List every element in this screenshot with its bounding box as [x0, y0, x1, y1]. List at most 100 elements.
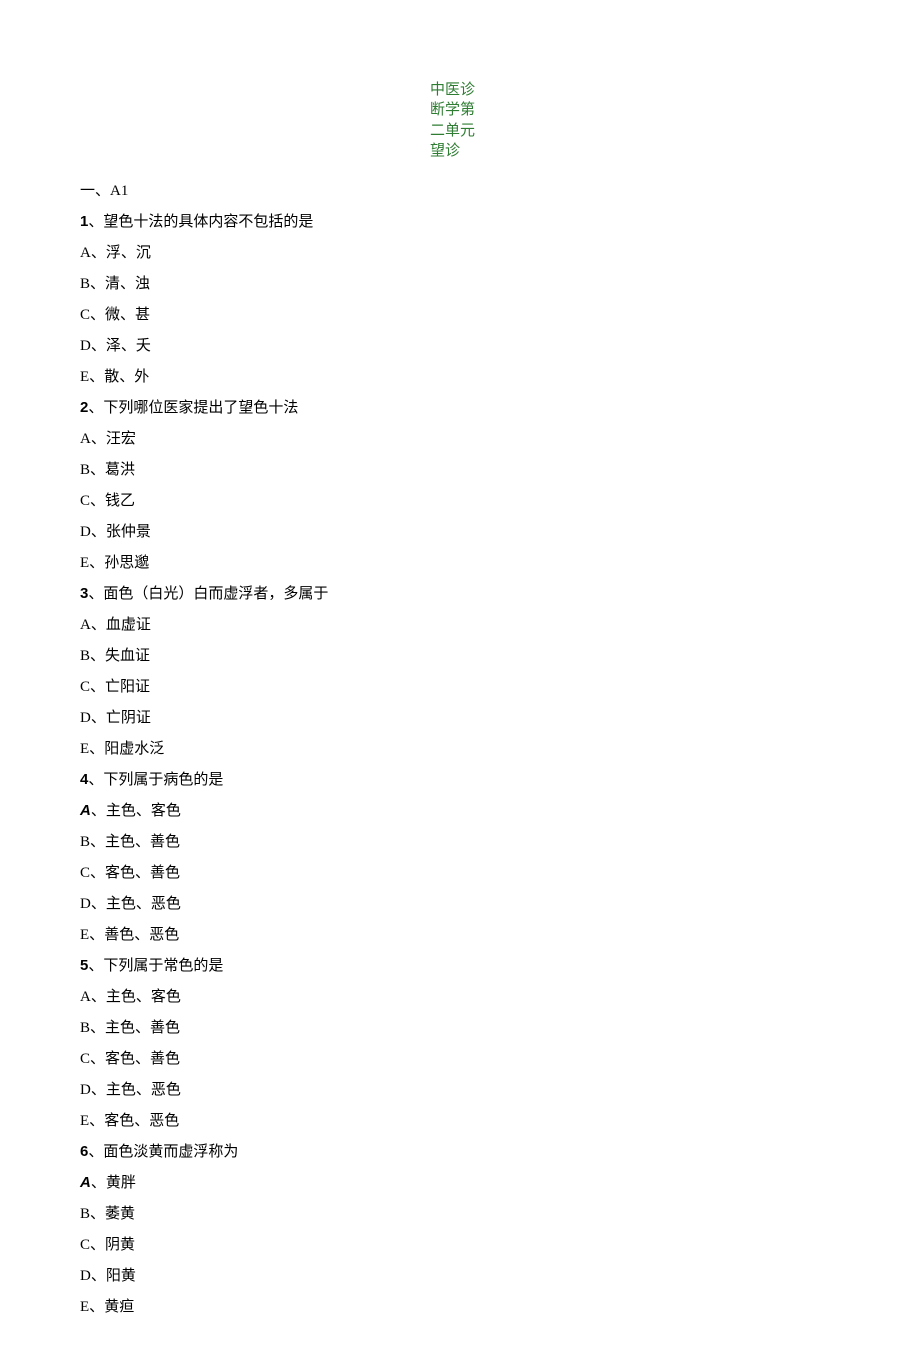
separator: 、: [89, 927, 104, 943]
questions-container: 1、望色十法的具体内容不包括的是A、浮、沉B、清、浊C、微、甚D、泽、夭E、散、…: [80, 210, 840, 1316]
question-stem: 3、面色（白光）白而虚浮者，多属于: [80, 582, 840, 603]
option-text: 黄胖: [106, 1175, 136, 1191]
option: E、散、外: [80, 365, 840, 386]
option-letter: B: [80, 648, 90, 664]
option-letter: C: [80, 1237, 90, 1253]
option-text: 微、甚: [105, 307, 150, 323]
option: B、主色、善色: [80, 1016, 840, 1037]
question-block: 2、下列哪位医家提出了望色十法A、汪宏B、葛洪C、钱乙D、张仲景E、孙思邈: [80, 396, 840, 572]
option-text: 客色、恶色: [104, 1113, 179, 1129]
separator: 、: [88, 1144, 103, 1160]
option-text: 血虚证: [106, 617, 151, 633]
option-text: 客色、善色: [105, 1051, 180, 1067]
option-letter: C: [80, 679, 90, 695]
option-letter: C: [80, 307, 90, 323]
option-text: 葛洪: [105, 462, 135, 478]
separator: 、: [90, 865, 105, 881]
option: C、钱乙: [80, 489, 840, 510]
option: E、阳虚水泛: [80, 737, 840, 758]
option: D、张仲景: [80, 520, 840, 541]
option-letter: B: [80, 1206, 90, 1222]
separator: 、: [90, 1020, 105, 1036]
separator: 、: [90, 679, 105, 695]
option-text: 主色、客色: [106, 989, 181, 1005]
separator: 、: [88, 400, 103, 416]
option: C、阴黄: [80, 1233, 840, 1254]
option-letter: D: [80, 524, 91, 540]
separator: 、: [88, 586, 103, 602]
option-letter: C: [80, 865, 90, 881]
option-letter: D: [80, 710, 91, 726]
option: A、主色、客色: [80, 799, 840, 820]
option-letter: A: [80, 617, 91, 633]
separator: 、: [91, 245, 106, 261]
option-text: 浮、沉: [106, 245, 151, 261]
question-text: 面色淡黄而虚浮称为: [103, 1144, 238, 1160]
option: D、主色、恶色: [80, 1078, 840, 1099]
separator: 、: [89, 555, 104, 571]
option: A、汪宏: [80, 427, 840, 448]
question-text: 下列哪位医家提出了望色十法: [103, 400, 298, 416]
separator: 、: [90, 276, 105, 292]
option: B、葛洪: [80, 458, 840, 479]
document-title: 中医诊 断学第 二单元 望诊: [430, 80, 490, 161]
option-text: 主色、客色: [106, 803, 181, 819]
separator: 、: [90, 834, 105, 850]
option-text: 汪宏: [106, 431, 136, 447]
option: E、善色、恶色: [80, 923, 840, 944]
option-letter: A: [80, 1174, 91, 1191]
question-block: 1、望色十法的具体内容不包括的是A、浮、沉B、清、浊C、微、甚D、泽、夭E、散、…: [80, 210, 840, 386]
separator: 、: [90, 307, 105, 323]
question-block: 6、面色淡黄而虚浮称为A、黄胖B、萎黄C、阴黄D、阳黄E、黄疸: [80, 1140, 840, 1316]
option-letter: E: [80, 741, 89, 757]
option-letter: E: [80, 1299, 89, 1315]
separator: 、: [91, 803, 106, 819]
option-text: 善色、恶色: [104, 927, 179, 943]
option-letter: E: [80, 1113, 89, 1129]
question-stem: 2、下列哪位医家提出了望色十法: [80, 396, 840, 417]
option-letter: B: [80, 462, 90, 478]
option: A、血虚证: [80, 613, 840, 634]
separator: 、: [89, 369, 104, 385]
option-text: 客色、善色: [105, 865, 180, 881]
separator: 、: [90, 1237, 105, 1253]
option-text: 主色、恶色: [106, 896, 181, 912]
option-text: 张仲景: [106, 524, 151, 540]
option: E、孙思邈: [80, 551, 840, 572]
option: C、微、甚: [80, 303, 840, 324]
separator: 、: [91, 1175, 106, 1191]
option-text: 萎黄: [105, 1206, 135, 1222]
option: A、黄胖: [80, 1171, 840, 1192]
option: A、浮、沉: [80, 241, 840, 262]
option-letter: D: [80, 896, 91, 912]
option-letter: C: [80, 493, 90, 509]
option: B、主色、善色: [80, 830, 840, 851]
option-letter: B: [80, 276, 90, 292]
title-line: 望诊: [430, 141, 490, 161]
question-stem: 5、下列属于常色的是: [80, 954, 840, 975]
separator: 、: [91, 431, 106, 447]
separator: 、: [91, 1082, 106, 1098]
option: C、客色、善色: [80, 1047, 840, 1068]
option-text: 主色、恶色: [106, 1082, 181, 1098]
separator: 、: [91, 617, 106, 633]
option-text: 主色、善色: [105, 834, 180, 850]
title-line: 中医诊: [430, 80, 490, 100]
option-text: 亡阴证: [106, 710, 151, 726]
option-letter: E: [80, 369, 89, 385]
option: A、主色、客色: [80, 985, 840, 1006]
separator: 、: [91, 710, 106, 726]
separator: 、: [88, 772, 103, 788]
option-letter: A: [80, 245, 91, 261]
question-stem: 4、下列属于病色的是: [80, 768, 840, 789]
option: D、主色、恶色: [80, 892, 840, 913]
question-stem: 6、面色淡黄而虚浮称为: [80, 1140, 840, 1161]
section-label: 一、A1: [80, 179, 840, 200]
option: C、亡阳证: [80, 675, 840, 696]
separator: 、: [91, 1268, 106, 1284]
separator: 、: [89, 1113, 104, 1129]
option-text: 阴黄: [105, 1237, 135, 1253]
separator: 、: [90, 648, 105, 664]
option: B、失血证: [80, 644, 840, 665]
separator: 、: [91, 524, 106, 540]
